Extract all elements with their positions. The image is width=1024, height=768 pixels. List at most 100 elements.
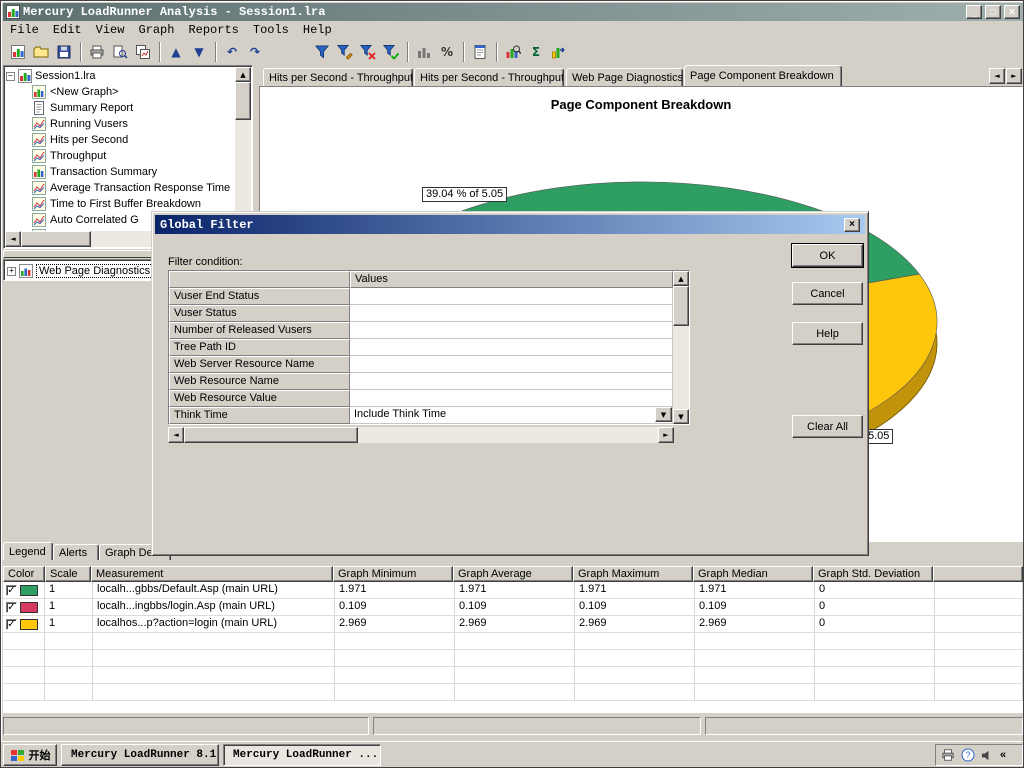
tab-hits-per-second-throughput-2[interactable]: Hits per Second - Throughput [414, 68, 564, 86]
tree-item-auto-correlated[interactable]: Auto Correlated G [32, 212, 139, 228]
row-checkbox[interactable]: ✓ [6, 585, 17, 596]
scrollbar-thumb[interactable] [673, 286, 689, 326]
tab-alerts[interactable]: Alerts [53, 544, 99, 560]
taskbar-task-loadrunner-analysis[interactable]: Mercury LoadRunner ... [223, 744, 381, 766]
add-graph-button[interactable] [7, 41, 29, 63]
title-bar[interactable]: Mercury LoadRunner Analysis - Session1.l… [3, 3, 1023, 21]
tab-scroll-right-button[interactable]: ► [1006, 68, 1022, 84]
column-header-measurement[interactable]: Measurement [91, 566, 333, 582]
undo-button[interactable]: ↶ [221, 41, 243, 63]
tree-item-throughput[interactable]: Throughput [32, 148, 106, 164]
grid-row-header[interactable]: Web Server Resource Name [169, 356, 350, 373]
color-swatch[interactable] [20, 602, 38, 613]
combobox-dropdown-button[interactable]: ▼ [655, 407, 672, 422]
scrollbar-thumb[interactable] [235, 82, 251, 120]
column-header-graph-median[interactable]: Graph Median [693, 566, 813, 582]
menu-file[interactable]: File [3, 21, 46, 39]
scrollbar-thumb[interactable] [21, 231, 91, 247]
tab-page-component-breakdown[interactable]: Page Component Breakdown [684, 65, 842, 86]
grid-row-header[interactable]: Vuser End Status [169, 288, 350, 305]
collapse-tray-chevron[interactable]: « [1000, 749, 1006, 761]
maximize-button[interactable]: □ [985, 5, 1001, 19]
summary-button[interactable]: Σ [525, 41, 547, 63]
report-button[interactable] [469, 41, 491, 63]
grid-row-header[interactable]: Vuser Status [169, 305, 350, 322]
tab-web-page-diagnostics[interactable]: Web Page Diagnostics [566, 68, 683, 86]
tree-item-transaction-summary[interactable]: Transaction Summary [32, 164, 157, 180]
grid-row-header[interactable]: Web Resource Value [169, 390, 350, 407]
color-swatch[interactable] [20, 619, 38, 630]
apply-filter-all-button[interactable] [380, 41, 402, 63]
grid-value-cell[interactable] [350, 288, 673, 305]
tree-item-avg-transaction-response-time[interactable]: Average Transaction Response Time [32, 180, 230, 196]
printer-icon[interactable] [941, 748, 955, 762]
cancel-button[interactable]: Cancel [792, 282, 863, 305]
grid-value-cell[interactable] [350, 305, 673, 322]
column-header-color[interactable]: Color [3, 566, 45, 582]
help-button[interactable]: Help [792, 322, 863, 345]
grid-value-cell[interactable] [350, 339, 673, 356]
scroll-left-button[interactable]: ◄ [168, 427, 184, 443]
taskbar-task-loadrunner-8-1[interactable]: Mercury LoadRunner 8.1 [61, 744, 219, 766]
tree-item-new-graph[interactable]: <New Graph> [32, 84, 118, 100]
collapse-icon[interactable]: − [6, 72, 15, 81]
grid-row-header[interactable]: Think Time [169, 407, 350, 424]
think-time-combobox[interactable]: Include Think Time ▼ [350, 407, 673, 424]
grid-value-cell[interactable] [350, 356, 673, 373]
percentile-button[interactable]: % [436, 41, 458, 63]
close-button[interactable]: × [1004, 5, 1020, 19]
row-checkbox[interactable]: ✓ [6, 619, 17, 630]
scroll-right-button[interactable]: ► [658, 427, 674, 443]
tree-item-time-to-first-buffer[interactable]: Time to First Buffer Breakdown [32, 196, 201, 212]
tree-root[interactable]: − Session1.lra [6, 68, 96, 84]
dialog-close-button[interactable]: × [844, 218, 860, 232]
grid-values-header[interactable]: Values [350, 271, 673, 288]
edit-filter-button[interactable] [334, 41, 356, 63]
grid-value-cell[interactable] [350, 373, 673, 390]
volume-icon[interactable] [981, 749, 994, 762]
tree-vertical-scrollbar[interactable]: ▲ ▼ [235, 67, 251, 231]
save-button[interactable] [53, 41, 75, 63]
print-preview-button[interactable] [109, 41, 131, 63]
scrollbar-thumb[interactable] [184, 427, 358, 443]
analyze-graph-button[interactable] [502, 41, 524, 63]
grid-row-header[interactable]: Number of Released Vusers [169, 322, 350, 339]
tree-item-hits-per-second[interactable]: Hits per Second [32, 132, 128, 148]
row-checkbox[interactable]: ✓ [6, 602, 17, 613]
dialog-title-bar[interactable]: Global Filter × [155, 215, 865, 234]
tab-legend[interactable]: Legend [3, 542, 53, 560]
grid-value-cell[interactable] [350, 390, 673, 407]
menu-help[interactable]: Help [296, 21, 339, 39]
scroll-left-button[interactable]: ◄ [5, 231, 21, 247]
start-button[interactable]: 开始 [3, 744, 57, 766]
print-button[interactable] [86, 41, 108, 63]
tree-item-web-page-diagnostics[interactable]: + Web Page Diagnostics [7, 263, 153, 279]
tab-scroll-left-button[interactable]: ◄ [989, 68, 1005, 84]
grid-row-header[interactable]: Tree Path ID [169, 339, 350, 356]
grid-vertical-scrollbar[interactable]: ▲ ▼ [673, 271, 689, 424]
grid-row-header[interactable]: Web Resource Name [169, 373, 350, 390]
column-header-graph-maximum[interactable]: Graph Maximum [573, 566, 693, 582]
move-up-button[interactable]: ▲ [165, 41, 187, 63]
menu-graph[interactable]: Graph [131, 21, 181, 39]
column-header-graph-minimum[interactable]: Graph Minimum [333, 566, 453, 582]
clear-all-button[interactable]: Clear All [792, 415, 863, 438]
help-icon[interactable]: ? [961, 748, 975, 762]
redo-button[interactable]: ↷ [244, 41, 266, 63]
grid-value-cell[interactable] [350, 322, 673, 339]
scroll-up-button[interactable]: ▲ [235, 67, 251, 82]
minimize-button[interactable]: _ [966, 5, 982, 19]
tab-hits-per-second-throughput-1[interactable]: Hits per Second - Throughput [263, 68, 413, 86]
export-graph-button[interactable] [548, 41, 570, 63]
color-swatch[interactable] [20, 585, 38, 596]
open-button[interactable] [30, 41, 52, 63]
expand-icon[interactable]: + [7, 267, 16, 276]
ok-button[interactable]: OK [792, 244, 863, 267]
tree-item-summary-report[interactable]: Summary Report [32, 100, 133, 116]
menu-view[interactable]: View [89, 21, 132, 39]
scroll-down-button[interactable]: ▼ [673, 409, 689, 424]
column-header-graph-std-deviation[interactable]: Graph Std. Deviation [813, 566, 933, 582]
set-filter-button[interactable] [311, 41, 333, 63]
granularity-button[interactable] [413, 41, 435, 63]
menu-edit[interactable]: Edit [46, 21, 89, 39]
